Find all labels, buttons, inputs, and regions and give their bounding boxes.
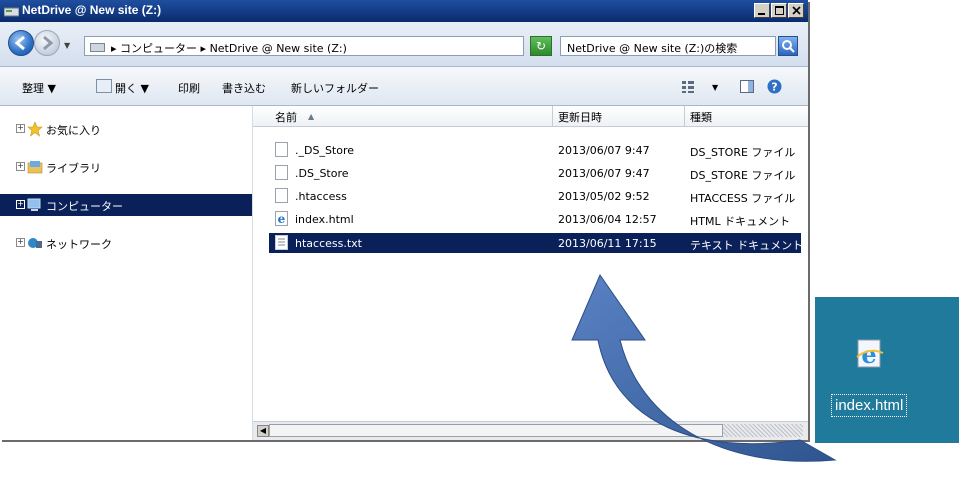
curved-arrow-shape [571,273,837,462]
drag-arrow-annotation [571,273,837,462]
